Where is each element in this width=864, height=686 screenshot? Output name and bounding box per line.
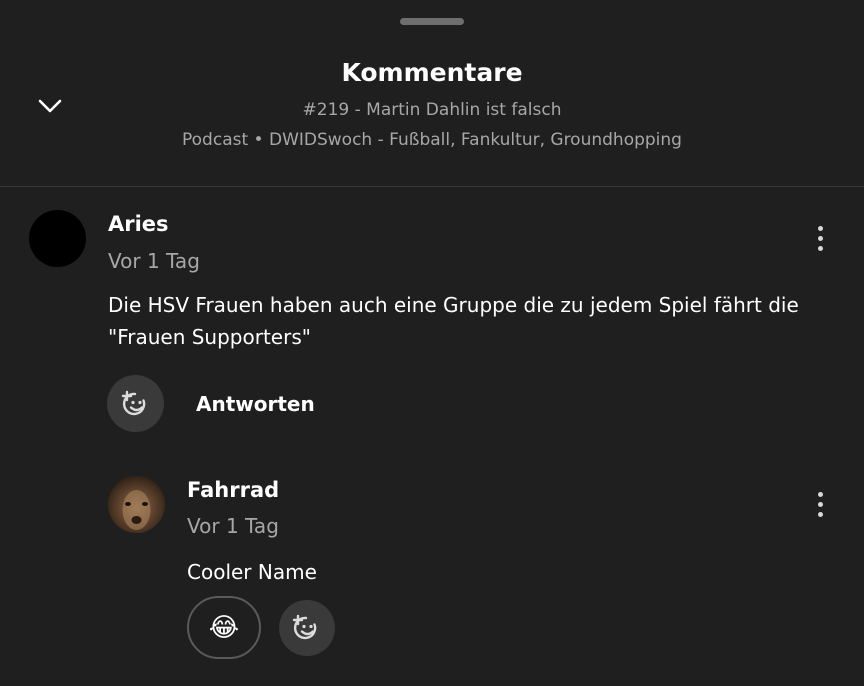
header-divider <box>0 186 864 187</box>
add-reaction-button[interactable] <box>279 600 335 656</box>
more-options-button[interactable] <box>808 218 832 258</box>
show-subtitle: Podcast • DWIDSwoch - Fußball, Fankultur… <box>182 130 682 150</box>
comment-text: Cooler Name <box>187 560 317 584</box>
more-vertical-icon <box>817 225 823 231</box>
comment-author[interactable]: Aries <box>108 212 169 236</box>
reply-button[interactable]: Antworten <box>196 392 315 416</box>
add-reaction-button[interactable] <box>107 375 164 432</box>
comment-text: Die HSV Frauen haben auch eine Gruppe di… <box>108 289 799 353</box>
comment-timestamp: Vor 1 Tag <box>108 249 200 273</box>
avatar[interactable] <box>108 476 165 533</box>
comments-sheet: Kommentare #219 - Martin Dahlin ist fals… <box>0 0 864 686</box>
episode-title: #219 - Martin Dahlin ist falsch <box>302 100 562 120</box>
comment-text-line: Die HSV Frauen haben auch eine Gruppe di… <box>108 293 799 317</box>
avatar-photo <box>122 490 151 530</box>
reaction-emoji: 😂 <box>208 612 240 643</box>
drag-handle[interactable] <box>400 18 464 25</box>
comment-text-line: "Frauen Supporters" <box>108 325 311 349</box>
more-options-button[interactable] <box>808 484 832 524</box>
comment-author[interactable]: Fahrrad <box>187 478 279 502</box>
add-reaction-icon <box>292 614 317 640</box>
avatar[interactable] <box>29 210 86 267</box>
reaction-chip[interactable]: 😂 <box>187 596 261 659</box>
add-reaction-icon <box>121 390 145 415</box>
more-vertical-icon <box>817 491 823 497</box>
page-title: Kommentare <box>341 58 523 87</box>
comment-timestamp: Vor 1 Tag <box>187 514 279 538</box>
